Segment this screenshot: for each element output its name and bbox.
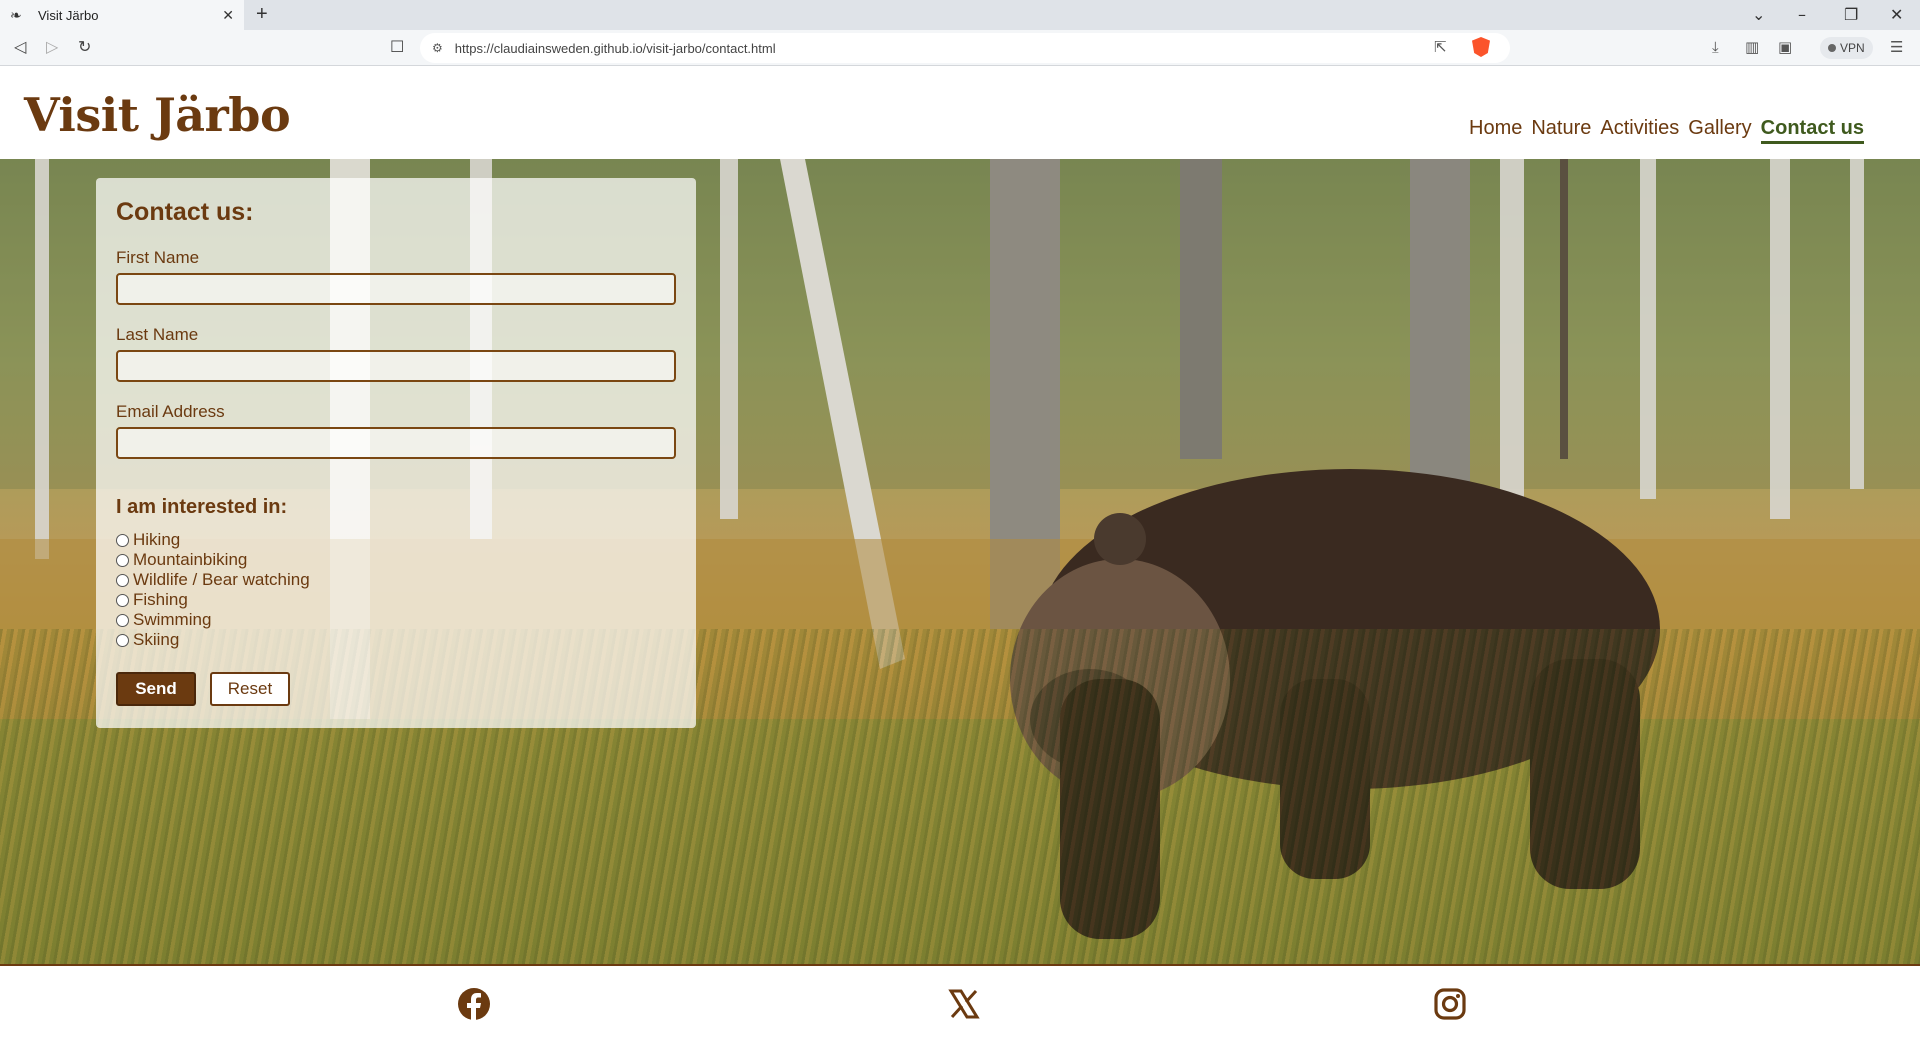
last-name-label: Last Name [116,325,199,344]
option-label: Mountainbiking [133,550,248,569]
option-skiing[interactable]: Skiing [116,630,179,650]
moose-favicon-icon: ❧ [10,7,22,23]
tab-title: Visit Järbo [38,7,99,23]
vpn-label: VPN [1840,41,1865,55]
nav-contact-us[interactable]: Contact us [1760,117,1864,144]
back-icon[interactable]: ◁ [14,38,26,56]
option-label: Fishing [133,590,188,609]
wallet-icon[interactable]: ▣ [1778,38,1792,56]
sidebar-icon[interactable]: ▥ [1745,38,1759,56]
option-hiking[interactable]: Hiking [116,530,180,550]
email-label: Email Address [116,402,225,421]
contact-form: Contact us: First Name Last Name Email A… [96,178,696,728]
tab-list-chevron-icon[interactable]: ⌄ [1752,5,1765,24]
send-button[interactable]: Send [116,672,196,706]
close-window-icon[interactable]: ✕ [1890,5,1903,24]
browser-tab[interactable]: ❧ Visit Järbo ✕ [0,0,244,30]
first-name-label: First Name [116,248,200,267]
site-footer [0,964,1920,1040]
minimize-icon[interactable]: – [1798,5,1806,24]
radio-hiking[interactable] [116,533,129,547]
nav-gallery[interactable]: Gallery [1688,117,1751,144]
vpn-button[interactable]: VPN [1820,37,1873,59]
instagram-icon[interactable] [1432,986,1468,1022]
reset-button[interactable]: Reset [210,672,290,706]
main-nav: Home Nature Activities Gallery Contact u… [1469,117,1864,144]
browser-toolbar: ◁ ▷ ↻ ☐ ⚙ https://claudiainsweden.github… [0,30,1920,66]
email-field[interactable] [116,427,676,459]
first-name-field[interactable] [116,273,676,305]
option-label: Wildlife / Bear watching [133,570,310,589]
reload-icon[interactable]: ↻ [78,38,91,56]
option-mountainbiking[interactable]: Mountainbiking [116,550,247,570]
site-info-icon[interactable]: ⚙ [432,41,443,55]
radio-skiing[interactable] [116,633,129,647]
radio-swimming[interactable] [116,613,129,627]
facebook-icon[interactable] [456,986,492,1022]
option-label: Hiking [133,530,181,549]
share-icon[interactable]: ⇱ [1434,38,1447,56]
option-label: Skiing [133,630,180,649]
form-title: Contact us: [116,198,254,226]
nav-nature[interactable]: Nature [1531,117,1591,144]
radio-mountainbiking[interactable] [116,553,129,567]
forward-icon[interactable]: ▷ [46,38,58,56]
restore-icon[interactable]: ❐ [1844,5,1858,24]
radio-fishing[interactable] [116,593,129,607]
tab-close-icon[interactable]: ✕ [222,7,234,24]
menu-icon[interactable]: ☰ [1890,38,1903,56]
option-wildlife[interactable]: Wildlife / Bear watching [116,570,310,590]
site-header: Visit Järbo Home Nature Activities Galle… [0,66,1920,159]
x-icon[interactable] [946,986,982,1022]
download-icon[interactable]: ⤓ [1712,38,1719,56]
option-fishing[interactable]: Fishing [116,590,188,610]
new-tab-icon[interactable]: + [256,4,268,24]
browser-tab-bar: ❧ Visit Järbo ✕ + ⌄ – ❐ ✕ [0,0,1920,30]
vpn-status-icon [1828,44,1836,52]
radio-wildlife[interactable] [116,573,129,587]
option-label: Swimming [133,610,212,629]
nav-home[interactable]: Home [1469,117,1522,144]
nav-activities[interactable]: Activities [1600,117,1679,144]
bookmark-icon[interactable]: ☐ [390,38,404,56]
last-name-field[interactable] [116,350,676,382]
site-logo[interactable]: Visit Järbo [24,88,291,142]
url-text: https://claudiainsweden.github.io/visit-… [454,40,776,56]
option-swimming[interactable]: Swimming [116,610,211,630]
address-bar[interactable]: ⚙ https://claudiainsweden.github.io/visi… [420,33,1510,63]
interest-title: I am interested in: [116,496,288,518]
